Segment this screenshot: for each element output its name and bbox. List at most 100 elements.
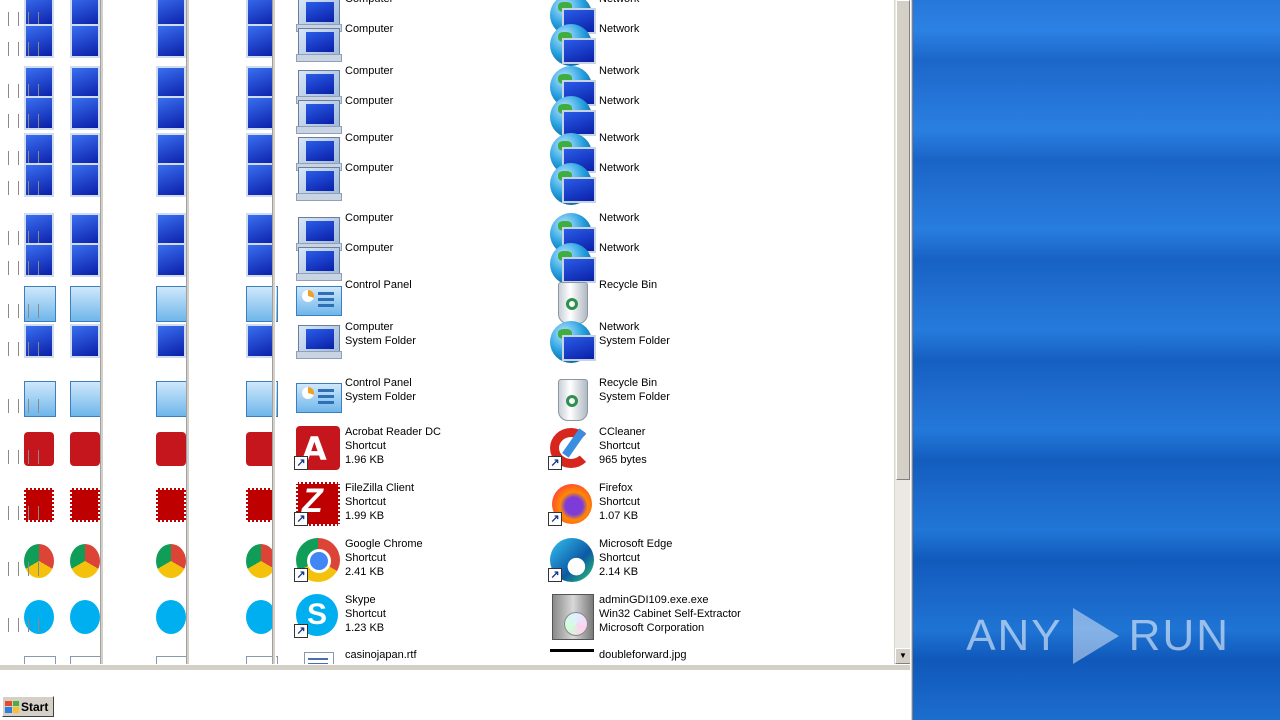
file-item[interactable]: ↗ Microsoft Edge Shortcut 2.14 KB: [548, 536, 672, 586]
file-name: Skype: [345, 594, 376, 606]
strip-edge-mark: [38, 114, 39, 128]
file-name: Acrobat Reader DC: [345, 426, 441, 438]
file-item-text: Network: [599, 211, 639, 225]
file-name: Network: [599, 132, 640, 144]
file-item-text: Recycle Bin System Folder: [599, 375, 670, 404]
strip-edge-mark: [18, 399, 19, 413]
file-item[interactable]: S ↗ Skype Shortcut 1.23 KB: [294, 592, 386, 642]
file-item[interactable]: A ↗ Acrobat Reader DC Shortcut 1.96 KB: [294, 424, 441, 474]
shortcut-arrow-icon: ↗: [548, 456, 562, 470]
file-detail: Shortcut: [345, 496, 386, 508]
file-detail: 965 bytes: [599, 454, 647, 466]
file-item-text: FileZilla Client Shortcut 1.99 KB: [345, 480, 414, 523]
computer-icon: [294, 161, 342, 209]
strip-edge-mark: [18, 342, 19, 356]
file-item[interactable]: ↗ Google Chrome Shortcut 2.41 KB: [294, 536, 423, 586]
file-item-text: Network: [599, 0, 639, 6]
strip-edge-mark: [38, 181, 39, 195]
strip-icon: [156, 381, 188, 417]
file-item[interactable]: Recycle Bin System Folder: [548, 375, 670, 425]
strip-icon: [70, 213, 100, 247]
file-item[interactable]: ↗ Firefox Shortcut 1.07 KB: [548, 480, 640, 530]
strip-edge-mark: [38, 618, 39, 632]
file-item[interactable]: adminGDI109.exe.exe Win32 Cabinet Self-Ex…: [548, 592, 741, 642]
file-detail: System Folder: [345, 391, 416, 403]
strip-icon: [70, 656, 102, 664]
scrollbar-thumb[interactable]: [896, 0, 910, 480]
strip-edge-mark: [38, 450, 39, 464]
file-item-text: Firefox Shortcut 1.07 KB: [599, 480, 640, 523]
file-item-text: Computer: [345, 0, 393, 6]
strip-edge-mark: [28, 304, 29, 318]
strip-edge-mark: [28, 342, 29, 356]
chrome-icon: ↗: [294, 536, 342, 584]
file-name: Network: [599, 95, 640, 107]
file-item[interactable]: Control Panel System Folder: [294, 375, 416, 425]
window-divider: [100, 0, 104, 664]
file-item-text: Network: [599, 241, 639, 255]
strip-icon: [70, 24, 100, 58]
strip-edge-mark: [38, 562, 39, 576]
file-detail: 1.96 KB: [345, 454, 385, 466]
file-item[interactable]: doubleforward.jpg: [548, 648, 686, 664]
strip-edge-mark: [18, 562, 19, 576]
file-item[interactable]: Computer: [294, 161, 393, 211]
strip-edge-mark: [28, 399, 29, 413]
file-name: Network: [599, 65, 640, 77]
control-panel-icon: [294, 375, 342, 423]
file-item-text: Computer: [345, 241, 393, 255]
file-detail: System Folder: [599, 391, 670, 403]
file-item-text: Recycle Bin: [599, 278, 657, 292]
shortcut-arrow-icon: ↗: [548, 568, 562, 582]
background-window-strip[interactable]: [102, 0, 188, 664]
file-name: adminGDI109.exe.exe: [599, 594, 709, 606]
strip-icon: [70, 324, 100, 358]
file-item[interactable]: Network: [548, 161, 639, 211]
strip-edge-mark: [18, 261, 19, 275]
strip-icon: [156, 213, 186, 247]
file-item[interactable]: casinojapan.rtf: [294, 648, 417, 664]
shortcut-arrow-icon: ↗: [294, 624, 308, 638]
file-name: Network: [599, 242, 640, 254]
file-name: Computer: [345, 65, 394, 77]
file-detail: 2.41 KB: [345, 566, 385, 578]
strip-edge-mark: [18, 84, 19, 98]
watermark-text-right: RUN: [1128, 611, 1230, 660]
vertical-scrollbar[interactable]: ▼: [894, 0, 911, 664]
start-button[interactable]: Start: [2, 696, 54, 717]
file-item[interactable]: Network System Folder: [548, 319, 670, 369]
file-detail: 2.14 KB: [599, 566, 639, 578]
explorer-content-pane[interactable]: Computer Network Computer Network Computer Ne…: [278, 0, 894, 664]
file-name: Recycle Bin: [599, 279, 658, 291]
strip-icon: [156, 656, 188, 664]
strip-edge-mark: [18, 42, 19, 56]
file-item[interactable]: Computer System Folder: [294, 319, 416, 369]
scroll-down-arrow-icon[interactable]: ▼: [895, 648, 911, 664]
strip-edge-mark: [8, 42, 9, 56]
file-item-text: Computer: [345, 161, 393, 175]
file-item-text: Acrobat Reader DC Shortcut 1.96 KB: [345, 424, 441, 467]
file-name: Computer: [345, 23, 394, 35]
file-name: Computer: [345, 95, 394, 107]
background-window-strip[interactable]: [188, 0, 278, 664]
file-name: Computer: [345, 242, 394, 254]
ccleaner-icon: ↗: [548, 424, 596, 472]
file-item-text: doubleforward.jpg: [599, 648, 686, 662]
strip-edge-mark: [8, 181, 9, 195]
background-window-strip[interactable]: [0, 0, 56, 664]
background-window-strip[interactable]: [56, 0, 102, 664]
file-item[interactable]: Z ↗ FileZilla Client Shortcut 1.99 KB: [294, 480, 414, 530]
desktop-background: ANY RUN: [910, 0, 1280, 720]
file-name: Control Panel: [345, 377, 412, 389]
file-item[interactable]: ↗ CCleaner Shortcut 965 bytes: [548, 424, 647, 474]
shortcut-arrow-icon: ↗: [294, 456, 308, 470]
strip-edge-mark: [28, 181, 29, 195]
window-divider: [186, 0, 190, 664]
shortcut-arrow-icon: ↗: [548, 512, 562, 526]
file-item-text: Control Panel: [345, 278, 412, 292]
strip-icon: [24, 656, 56, 664]
strip-icon: [156, 488, 186, 522]
strip-icon: [156, 24, 186, 58]
file-detail: 1.23 KB: [345, 622, 385, 634]
strip-icon: [70, 286, 102, 322]
